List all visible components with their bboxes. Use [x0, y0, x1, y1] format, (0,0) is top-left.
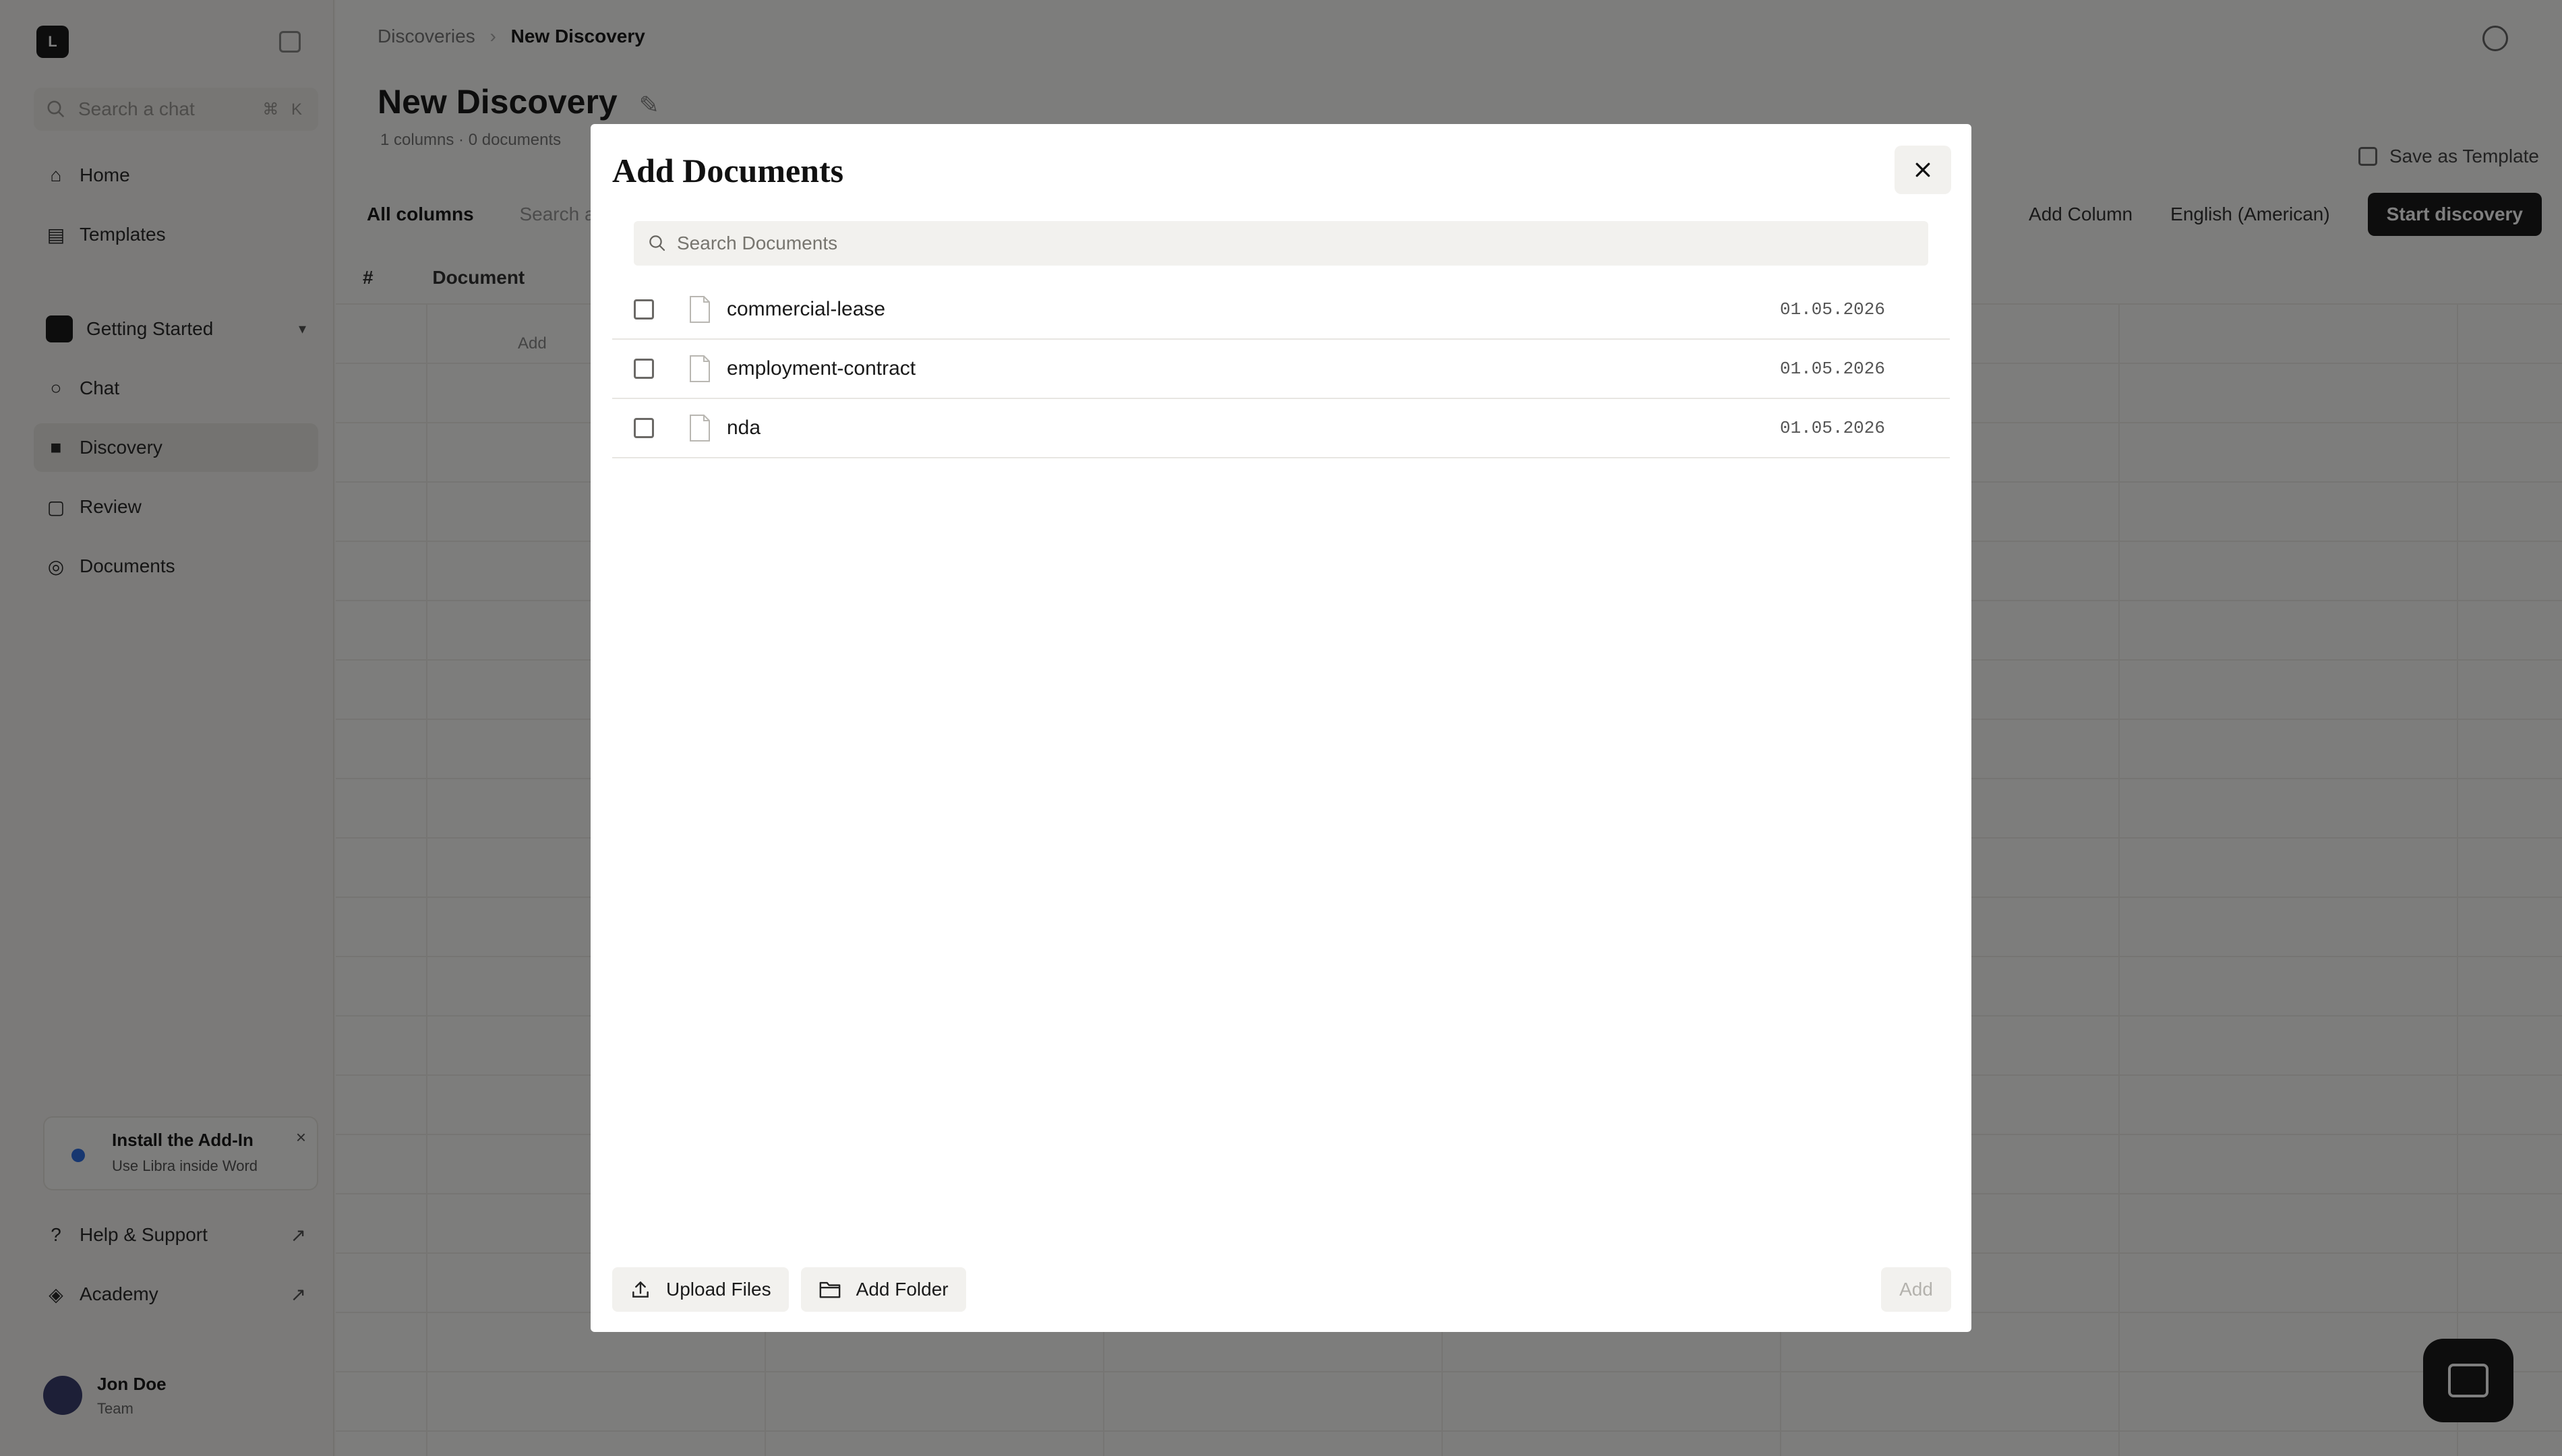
list-item[interactable]: nda 01.05.2026: [612, 399, 1950, 458]
close-icon: [1915, 162, 1930, 177]
add-folder-button[interactable]: Add Folder: [800, 1267, 966, 1312]
file-icon: [690, 355, 710, 382]
dialog-footer: Upload Files Add Folder: [612, 1267, 966, 1312]
upload-icon: [632, 1281, 649, 1298]
document-name: commercial-lease: [727, 298, 886, 320]
document-date: 01.05.2026: [1779, 299, 1885, 320]
folder-icon: [819, 1281, 841, 1298]
search-documents-input[interactable]: [677, 233, 1915, 254]
document-name: nda: [727, 417, 761, 439]
document-date: 01.05.2026: [1779, 418, 1885, 438]
add-button[interactable]: Add: [1881, 1267, 1951, 1312]
document-date: 01.05.2026: [1779, 359, 1885, 379]
document-checkbox[interactable]: [634, 359, 654, 379]
document-name: employment-contract: [727, 357, 916, 380]
upload-files-button[interactable]: Upload Files: [612, 1267, 789, 1312]
add-folder-label: Add Folder: [856, 1279, 949, 1300]
dialog-title: Add Documents: [612, 152, 844, 189]
upload-files-label: Upload Files: [666, 1279, 771, 1300]
list-item[interactable]: employment-contract 01.05.2026: [612, 340, 1950, 399]
document-list: commercial-lease 01.05.2026 employment-c…: [612, 280, 1950, 458]
document-search[interactable]: [634, 221, 1928, 266]
file-icon: [690, 415, 710, 442]
search-icon: [649, 235, 665, 251]
close-button[interactable]: [1895, 146, 1951, 194]
file-icon: [690, 296, 710, 323]
list-item[interactable]: commercial-lease 01.05.2026: [612, 280, 1950, 340]
app-root: L Search a chat ⌘ K ⌂ Home ▤ Templates G…: [0, 0, 2562, 1456]
document-checkbox[interactable]: [634, 418, 654, 438]
document-checkbox[interactable]: [634, 299, 654, 320]
add-documents-dialog: Add Documents commercial-lease: [591, 124, 1971, 1332]
